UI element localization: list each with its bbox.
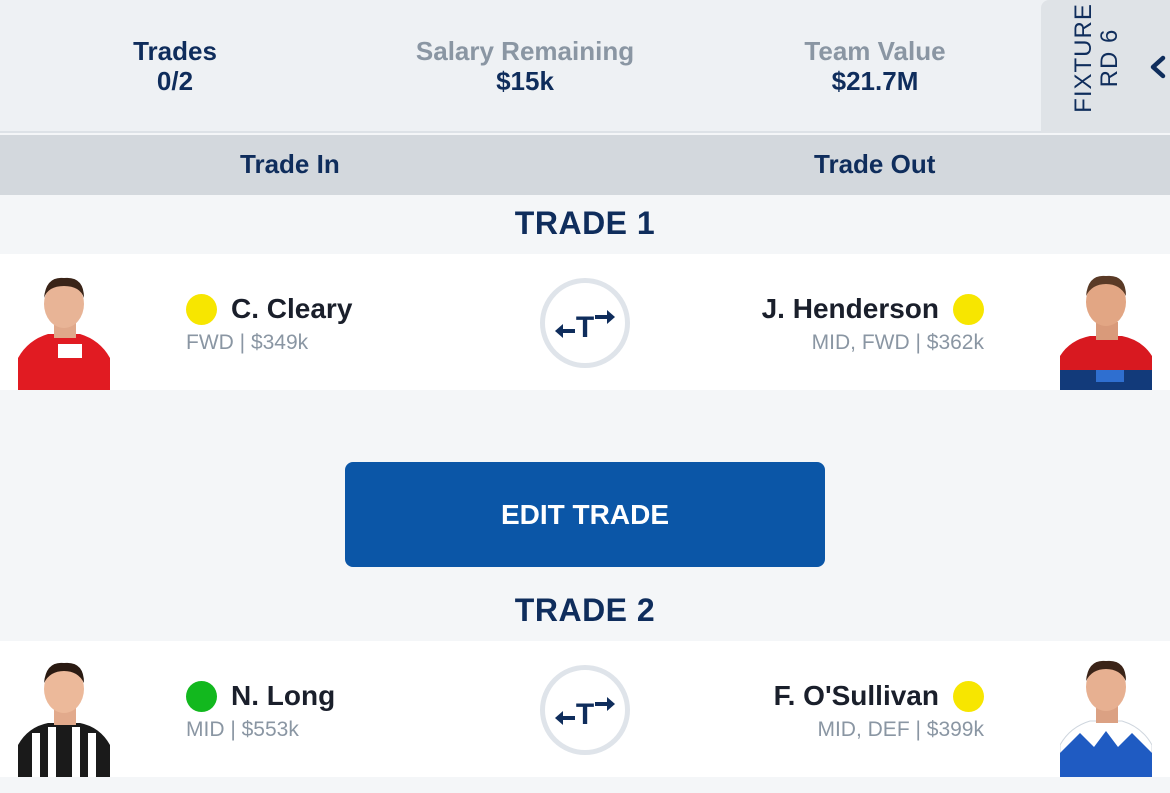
trade-2-row[interactable]: N. Long MID | $553k T F. O'Sullivan MID,… xyxy=(0,641,1170,777)
team-value-value: $21.7M xyxy=(831,66,919,96)
trades-value: 0/2 xyxy=(156,66,194,96)
player-name: C. Cleary xyxy=(231,293,353,324)
svg-text:T: T xyxy=(576,698,594,731)
salary-remaining-stat: Salary Remaining $15k xyxy=(375,36,675,96)
trade-swap-button[interactable]: T xyxy=(540,665,630,755)
status-dot xyxy=(186,680,217,712)
trade-out-player[interactable]: J. Henderson MID, FWD | $362k xyxy=(762,292,984,356)
player-photo xyxy=(1060,270,1152,390)
trade-swap-button[interactable]: T xyxy=(540,278,630,368)
player-position-price: FWD | $349k xyxy=(186,331,309,354)
status-dot xyxy=(953,293,984,325)
player-position-price: MID | $553k xyxy=(186,718,299,741)
trade-swap-icon: T xyxy=(555,697,615,731)
edit-trade-button[interactable]: EDIT TRADE xyxy=(345,462,825,567)
svg-text:T: T xyxy=(576,311,594,344)
player-position-price: MID, DEF | $399k xyxy=(817,718,984,741)
trade-out-player[interactable]: F. O'Sullivan MID, DEF | $399k xyxy=(774,679,984,743)
stats-bar: Trades 0/2 Salary Remaining $15k Team Va… xyxy=(0,0,1170,133)
trades-stat: Trades 0/2 xyxy=(25,36,325,96)
player-name: N. Long xyxy=(231,680,336,711)
status-dot xyxy=(186,293,217,325)
player-name: F. O'Sullivan xyxy=(773,680,939,711)
team-value-stat: Team Value $21.7M xyxy=(725,36,1025,96)
chevron-left-icon[interactable] xyxy=(1148,55,1168,79)
player-photo xyxy=(1060,657,1152,777)
fixture-tab-label: FIXTURE RD 6 xyxy=(1070,0,1123,118)
trade-in-player[interactable]: N. Long MID | $553k xyxy=(186,679,335,743)
trade-out-header: Trade Out xyxy=(814,149,936,179)
trade-in-header: Trade In xyxy=(240,149,340,179)
trade-columns-header: Trade In Trade Out xyxy=(0,135,1170,195)
salary-remaining-value: $15k xyxy=(496,66,554,96)
trade-in-player[interactable]: C. Cleary FWD | $349k xyxy=(186,292,352,356)
player-photo xyxy=(18,270,110,390)
salary-remaining-label: Salary Remaining xyxy=(415,36,635,66)
team-value-label: Team Value xyxy=(804,36,946,66)
trade-1-row[interactable]: C. Cleary FWD | $349k T J. Henderson MID… xyxy=(0,254,1170,390)
trades-label: Trades xyxy=(133,36,217,66)
player-position-price: MID, FWD | $362k xyxy=(811,331,984,354)
player-photo xyxy=(18,657,110,777)
fixture-round: RD 6 xyxy=(1096,28,1123,88)
trade-2-title: TRADE 2 xyxy=(514,592,656,628)
player-name: J. Henderson xyxy=(761,293,939,324)
trade-swap-icon: T xyxy=(555,310,615,344)
fixture-label: FIXTURE xyxy=(1070,3,1097,113)
trade-1-title: TRADE 1 xyxy=(514,205,656,241)
status-dot xyxy=(953,680,984,712)
